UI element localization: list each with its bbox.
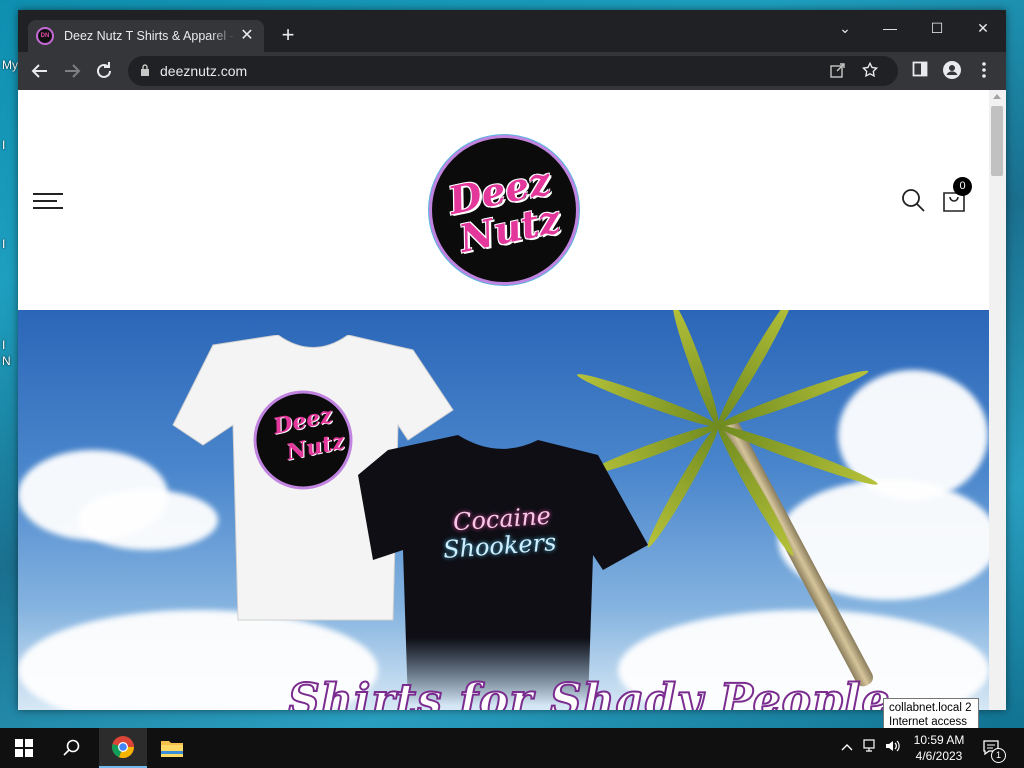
page-viewport: Deez Nutz 0 Deez Nutz Cocaine Shookers S…: [18, 90, 1006, 710]
cart-count-badge[interactable]: 0: [953, 177, 972, 196]
tab-search-button[interactable]: ⌄: [830, 16, 860, 40]
tab-title: Deez Nutz T Shirts & Apparel - O: [64, 29, 236, 43]
back-button[interactable]: [28, 59, 52, 83]
forward-button[interactable]: [60, 59, 84, 83]
clock-time: 10:59 AM: [913, 733, 965, 747]
browser-tab[interactable]: DN Deez Nutz T Shirts & Apparel - O ✕: [28, 20, 264, 52]
tab-close-icon[interactable]: ✕: [238, 27, 256, 45]
black-tshirt-image: [358, 435, 648, 705]
arrow-right-icon: [65, 64, 81, 78]
desktop-label-4[interactable]: N: [2, 354, 11, 368]
volume-icon[interactable]: [884, 739, 902, 756]
browser-toolbar: deeznutz.com: [18, 52, 1006, 90]
tab-strip: DN Deez Nutz T Shirts & Apparel - O ✕ + …: [18, 10, 1006, 52]
desktop-label-my[interactable]: My: [2, 58, 18, 72]
hamburger-menu-icon[interactable]: [33, 193, 63, 209]
minimize-button[interactable]: —: [875, 16, 905, 40]
chrome-icon: [112, 736, 135, 759]
scrollbar-thumb[interactable]: [991, 106, 1003, 176]
taskbar-clock[interactable]: 10:59 AM 4/6/2023: [906, 732, 972, 764]
site-header: Deez Nutz 0: [18, 90, 989, 310]
hero-banner[interactable]: Deez Nutz Cocaine Shookers Shirts for Sh…: [18, 310, 989, 710]
address-bar[interactable]: deeznutz.com: [128, 56, 898, 86]
url-text[interactable]: deeznutz.com: [160, 63, 247, 79]
network-icon[interactable]: [862, 739, 880, 756]
arrow-left-icon: [31, 64, 47, 78]
clock-date: 4/6/2023: [915, 749, 963, 763]
close-window-button[interactable]: ✕: [968, 16, 998, 40]
tooltip-line2: Internet access: [889, 716, 967, 728]
taskbar: 10:59 AM 4/6/2023 1: [0, 728, 1024, 768]
site-logo[interactable]: Deez Nutz: [429, 135, 579, 285]
chevron-up-icon[interactable]: [838, 739, 856, 754]
search-icon: [63, 739, 80, 756]
start-button[interactable]: [0, 728, 48, 768]
lock-icon[interactable]: [140, 64, 150, 76]
bookmark-star-icon[interactable]: [860, 61, 880, 83]
reload-button[interactable]: [92, 59, 116, 83]
side-panel-icon[interactable]: [909, 61, 931, 80]
notification-count-badge: 1: [991, 748, 1006, 763]
network-tooltip: collabnet.local 2 Internet access: [883, 698, 979, 731]
maximize-button[interactable]: ☐: [922, 16, 952, 40]
tooltip-line1: collabnet.local 2: [889, 702, 972, 714]
hero-tagline: Shirts for Shady People: [287, 674, 891, 710]
browser-window: DN Deez Nutz T Shirts & Apparel - O ✕ + …: [18, 10, 1006, 710]
desktop-label-1[interactable]: I: [2, 138, 5, 152]
file-explorer-taskbar-button[interactable]: [148, 728, 196, 768]
chrome-taskbar-button[interactable]: [99, 728, 147, 768]
menu-kebab-icon[interactable]: [973, 61, 995, 82]
desktop-label-3[interactable]: I: [2, 338, 5, 352]
windows-logo-icon: [15, 739, 33, 757]
reload-icon: [97, 62, 111, 78]
profile-icon[interactable]: [941, 61, 963, 82]
desktop-label-2[interactable]: I: [2, 237, 5, 251]
new-tab-button[interactable]: +: [276, 24, 300, 46]
page-scrollbar[interactable]: [989, 90, 1006, 710]
folder-icon: [161, 741, 183, 757]
search-taskbar-button[interactable]: [48, 728, 96, 768]
site-favicon-icon: DN: [36, 27, 54, 45]
share-icon[interactable]: [828, 61, 848, 83]
search-icon[interactable]: [901, 188, 925, 212]
scroll-up-arrow-icon[interactable]: [993, 94, 1001, 99]
